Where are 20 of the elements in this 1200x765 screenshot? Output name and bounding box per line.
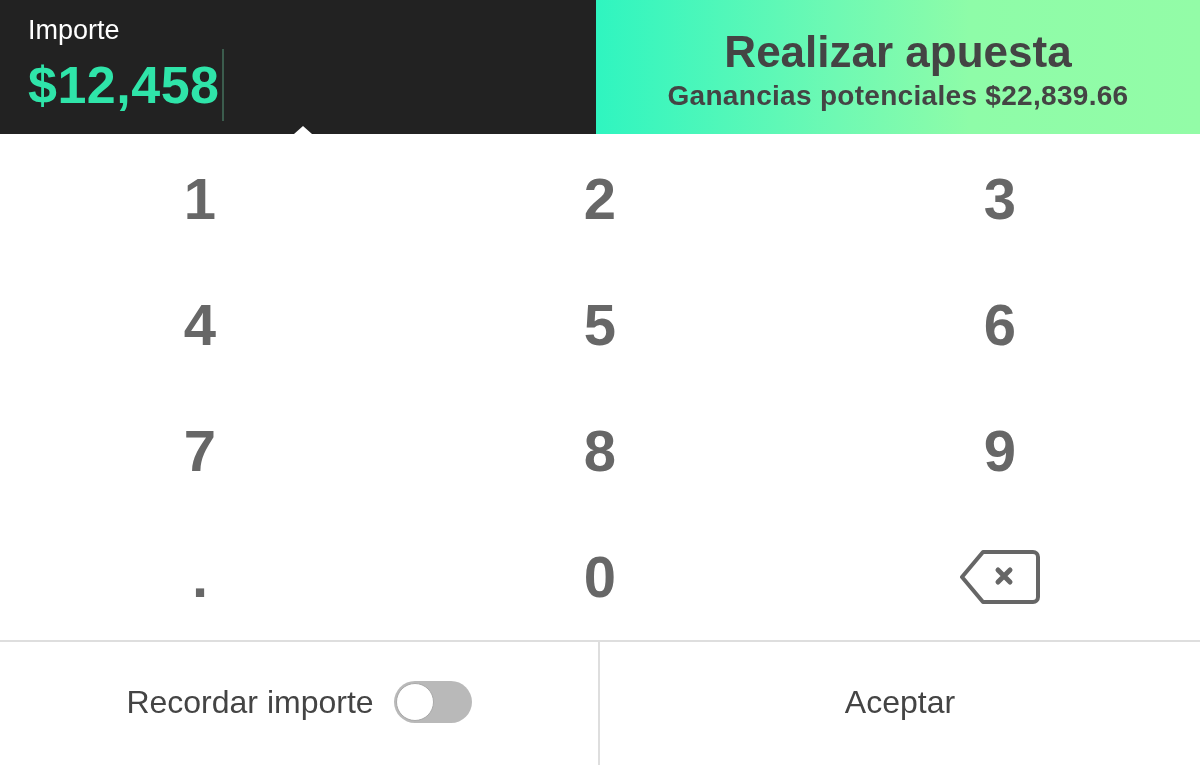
keypad-key[interactable]: 5 [573, 290, 627, 360]
toggle-switch[interactable] [393, 680, 472, 723]
amount-label: Importe [28, 14, 120, 46]
backspace-icon [960, 550, 1040, 604]
keypad-key[interactable]: 2 [573, 164, 627, 234]
toggle-label: Recordar importe [126, 682, 374, 722]
pointer-triangle-icon [294, 126, 312, 134]
keypad-key[interactable]: 0 [573, 542, 627, 612]
amount-field[interactable]: $12,458 [28, 46, 225, 124]
keypad-key[interactable]: 1 [173, 164, 227, 234]
keypad-key[interactable]: 8 [573, 416, 627, 486]
accept-button[interactable]: Aceptar [826, 675, 974, 728]
potential-winnings-text: Ganancias potenciales $22,839.66 [667, 79, 1129, 113]
keypad-key[interactable]: 6 [973, 290, 1027, 360]
keypad-key[interactable]: 3 [973, 164, 1027, 234]
place-bet-button[interactable]: Realizar apuesta Ganancias potenciales $22,839.66 [596, 0, 1200, 134]
keypad-key[interactable]: . [181, 542, 219, 612]
keypad-key[interactable]: 4 [173, 290, 227, 360]
keypad-key[interactable]: 7 [173, 416, 227, 486]
keypad-key[interactable]: 9 [973, 416, 1027, 486]
